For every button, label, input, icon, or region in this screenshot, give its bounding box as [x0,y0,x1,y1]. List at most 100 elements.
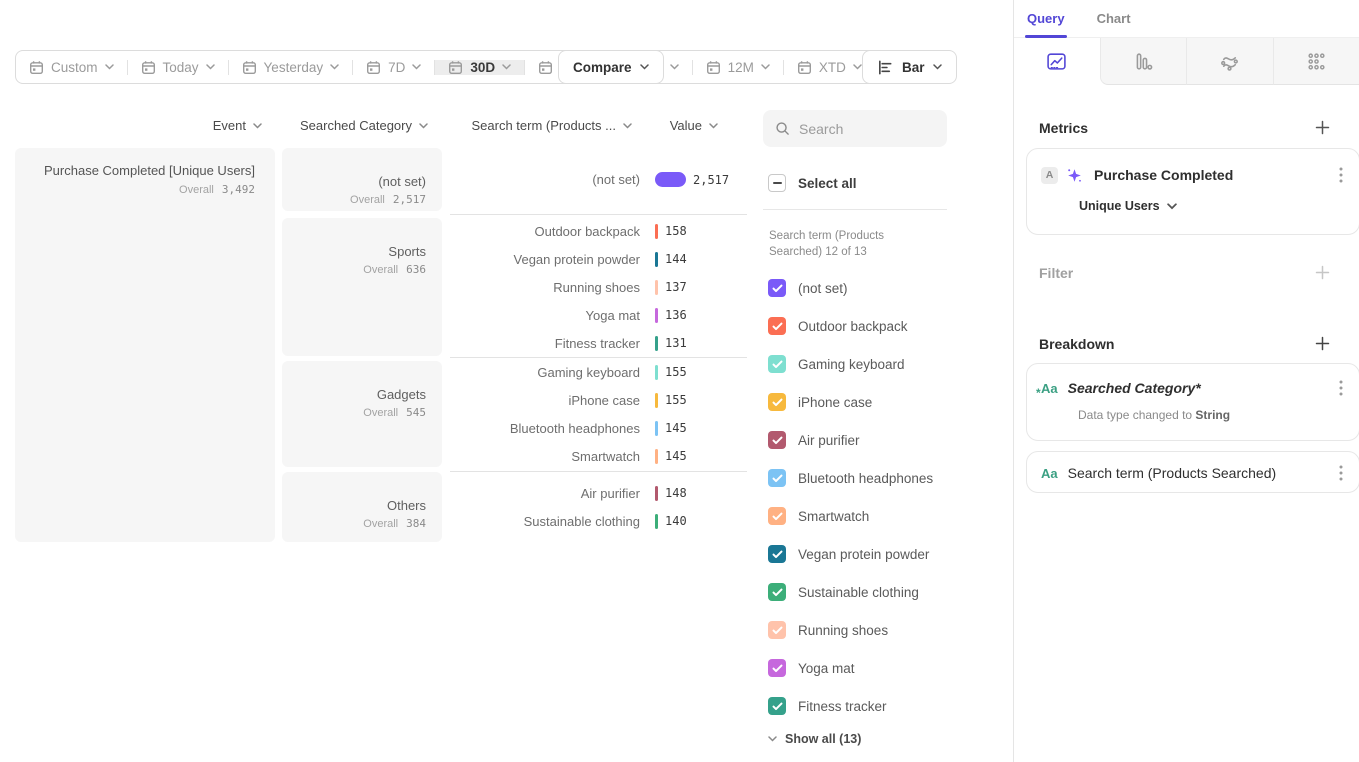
legend-item[interactable]: (not set) [768,279,933,297]
legend-checkbox[interactable] [768,697,786,715]
breakdown-card-searched-category[interactable]: Aa* Searched Category* Data type changed… [1026,363,1359,441]
check-icon [772,702,783,711]
legend-item-label: Yoga mat [798,661,855,676]
legend-item[interactable]: Smartwatch [768,507,933,525]
legend-item[interactable]: Air purifier [768,431,933,449]
row-label: Bluetooth headphones [450,421,640,436]
category-cell[interactable]: Others Overall384 [282,472,442,542]
add-filter-button[interactable] [1313,263,1332,282]
compare-button[interactable]: Compare [558,50,664,84]
metric-kebab-menu[interactable] [1337,165,1345,185]
legend-item[interactable]: Running shoes [768,621,933,639]
report-tab-funnels[interactable] [1100,38,1187,85]
table-row[interactable]: Fitness tracker 131 [450,329,747,357]
table-row[interactable]: Yoga mat 136 [450,301,747,329]
metric-card[interactable]: A Purchase Completed Unique Users [1026,148,1359,235]
category-cell[interactable]: Sports Overall636 [282,218,442,356]
legend-item[interactable]: Vegan protein powder [768,545,933,563]
legend-item[interactable]: Outdoor backpack [768,317,933,335]
breakdown-card-search-term[interactable]: Aa Search term (Products Searched) [1026,451,1359,493]
kebab-icon [1339,465,1343,481]
row-label: Smartwatch [450,449,640,464]
legend-checkbox[interactable] [768,279,786,297]
breakdown-kebab-menu[interactable] [1337,378,1345,398]
table-row[interactable]: Outdoor backpack 158 [450,217,747,245]
event-cell[interactable]: Purchase Completed [Unique Users] Overal… [15,148,275,542]
date-range-button[interactable]: 7D [353,60,435,75]
panel-tabs: Query Chart [1014,0,1359,38]
date-range-button[interactable]: Yesterday [229,60,354,75]
legend-checkbox[interactable] [768,621,786,639]
select-all-checkbox[interactable] [768,174,786,192]
date-range-button[interactable]: Custom [16,60,128,75]
legend-item-label: (not set) [798,281,848,296]
table-row[interactable]: Gaming keyboard 155 [450,358,747,386]
column-header-value[interactable]: Value [640,117,718,134]
check-icon [772,398,783,407]
calendar-icon [538,60,553,75]
legend-checkbox[interactable] [768,659,786,677]
table-row[interactable]: iPhone case 155 [450,386,747,414]
row-label: Fitness tracker [450,336,640,351]
add-metric-button[interactable] [1313,118,1332,137]
chevron-down-icon [253,123,262,129]
legend-checkbox[interactable] [768,317,786,335]
category-cell[interactable]: Gadgets Overall545 [282,361,442,467]
chevron-down-icon [768,736,777,742]
legend-checkbox[interactable] [768,355,786,373]
legend-checkbox[interactable] [768,507,786,525]
date-range-button[interactable]: 30D [435,60,525,75]
column-header-event[interactable]: Event [15,117,262,134]
report-tab-flows[interactable] [1186,38,1273,85]
legend-item[interactable]: Bluetooth headphones [768,469,933,487]
legend-item-label: Fitness tracker [798,699,887,714]
table-row[interactable]: (not set) 2,517 [450,166,747,194]
term-row-group: Outdoor backpack 158 Vegan protein powde… [450,218,747,356]
plus-icon [1315,265,1330,280]
select-all-row[interactable]: Select all [768,174,857,192]
value-bar [655,308,658,323]
table-row[interactable]: Vegan protein powder 144 [450,245,747,273]
breakdown-property-name: Search term (Products Searched) [1068,465,1329,481]
select-all-label: Select all [798,176,857,191]
legend-item[interactable]: Gaming keyboard [768,355,933,373]
kebab-icon [1339,380,1343,396]
tab-query[interactable]: Query [1027,0,1065,38]
legend-item-label: Outdoor backpack [798,319,908,334]
row-value: 155 [665,393,687,407]
table-row[interactable]: Air purifier 148 [450,479,747,507]
aggregation-dropdown[interactable]: Unique Users [1079,199,1359,213]
date-range-button[interactable]: Today [128,60,229,75]
column-header-category[interactable]: Searched Category [282,117,428,134]
report-tab-insights[interactable] [1014,38,1100,85]
date-range-control: Custom Today Y [15,50,876,84]
legend-checkbox[interactable] [768,469,786,487]
legend-search-input[interactable] [799,121,935,137]
legend-checkbox[interactable] [768,583,786,601]
legend-item[interactable]: Fitness tracker [768,697,933,715]
report-tab-retention[interactable] [1273,38,1359,85]
legend-item-label: iPhone case [798,395,872,410]
category-cell[interactable]: (not set) Overall2,517 [282,148,442,211]
indeterminate-dash [773,182,782,184]
legend-checkbox[interactable] [768,393,786,411]
show-all-toggle[interactable]: Show all (13) [768,732,861,746]
legend-checkbox[interactable] [768,545,786,563]
breakdown-kebab-menu[interactable] [1337,463,1345,483]
chevron-down-icon [105,64,114,70]
legend-item[interactable]: Sustainable clothing [768,583,933,601]
column-header-term[interactable]: Search term (Products ... [450,117,632,134]
legend-search-box[interactable] [763,110,947,147]
legend-item[interactable]: Yoga mat [768,659,933,677]
chevron-down-icon [502,64,511,70]
table-row[interactable]: Running shoes 137 [450,273,747,301]
value-bar [655,280,658,295]
table-row[interactable]: Sustainable clothing 140 [450,507,747,535]
tab-chart[interactable]: Chart [1097,0,1131,38]
legend-checkbox[interactable] [768,431,786,449]
check-icon [772,626,783,635]
table-row[interactable]: Smartwatch 145 [450,442,747,470]
legend-item[interactable]: iPhone case [768,393,933,411]
table-row[interactable]: Bluetooth headphones 145 [450,414,747,442]
add-breakdown-button[interactable] [1313,334,1332,353]
